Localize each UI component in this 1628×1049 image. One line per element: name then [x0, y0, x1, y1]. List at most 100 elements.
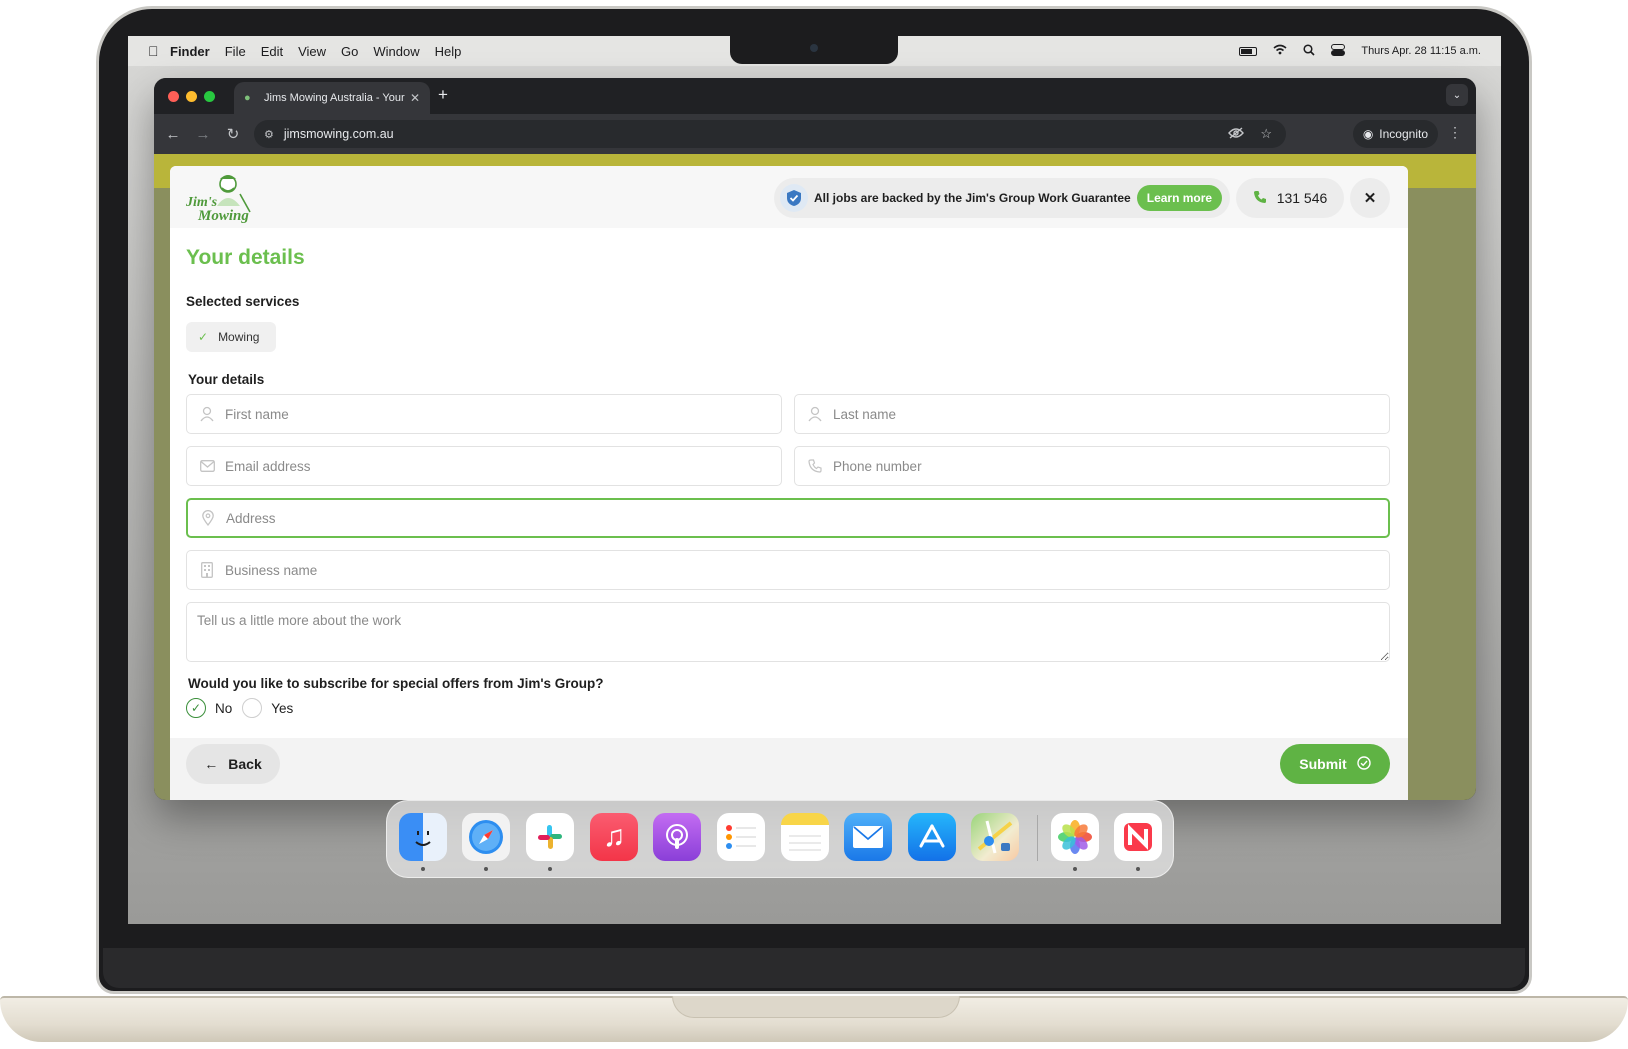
reload-icon[interactable]: ↻ — [218, 125, 248, 143]
chrome-browser-window: ● Jims Mowing Australia - Your ✕ + ⌄ ← →… — [154, 78, 1476, 800]
laptop-chin — [103, 948, 1525, 988]
submit-button-label: Submit — [1299, 756, 1347, 772]
jims-mowing-logo: Jim's Mowing — [184, 172, 256, 224]
bookmark-star-icon[interactable]: ☆ — [1260, 126, 1272, 142]
guarantee-text: All jobs are backed by the Jim's Group W… — [814, 191, 1131, 205]
work-details-textarea[interactable] — [186, 602, 1390, 662]
photos-icon[interactable] — [1051, 813, 1099, 861]
tab-title: Jims Mowing Australia - Your — [264, 92, 405, 104]
tab-strip: ● Jims Mowing Australia - Your ✕ + ⌄ — [154, 78, 1476, 114]
back-button-label: Back — [228, 756, 262, 772]
notes-icon[interactable] — [781, 813, 829, 861]
menu-view[interactable]: View — [298, 44, 326, 59]
tab-close-icon[interactable]: ✕ — [410, 91, 420, 105]
incognito-indicator[interactable]: ◉ Incognito — [1352, 120, 1438, 148]
location-pin-icon — [200, 510, 216, 526]
phone-number: 131 546 — [1276, 190, 1328, 206]
service-chip-label: Mowing — [218, 330, 260, 344]
close-window-button[interactable] — [168, 91, 179, 102]
selected-services-label: Selected services — [186, 294, 300, 309]
news-icon[interactable] — [1114, 813, 1162, 861]
learn-more-button[interactable]: Learn more — [1136, 185, 1223, 211]
laptop-base-groove — [672, 996, 960, 1018]
back-button[interactable]: ← Back — [186, 744, 280, 784]
reminders-icon[interactable] — [717, 813, 765, 861]
building-icon — [199, 562, 215, 578]
phone-call-button[interactable]: 131 546 — [1236, 178, 1344, 218]
booking-modal: Jim's Mowing All jobs are backed by the … — [170, 166, 1408, 800]
eye-off-icon[interactable] — [1228, 126, 1245, 142]
menu-window[interactable]: Window — [373, 44, 419, 59]
shield-check-icon — [780, 184, 808, 212]
photos-running-indicator — [1073, 867, 1077, 871]
podcasts-icon[interactable] — [653, 813, 701, 861]
email-input[interactable] — [225, 458, 749, 474]
finder-icon[interactable] — [399, 813, 447, 861]
subscribe-no-radio[interactable]: ✓ — [186, 698, 206, 718]
forward-arrow-icon[interactable]: → — [188, 126, 218, 143]
maps-icon[interactable] — [971, 813, 1019, 861]
wifi-icon[interactable] — [1273, 44, 1287, 58]
guarantee-banner: All jobs are backed by the Jim's Group W… — [774, 178, 1230, 218]
modal-header: Jim's Mowing All jobs are backed by the … — [170, 166, 1408, 228]
menu-file[interactable]: File — [225, 44, 246, 59]
first-name-field[interactable] — [186, 394, 782, 434]
menu-edit[interactable]: Edit — [261, 44, 283, 59]
page-title: Your details — [186, 246, 305, 269]
safari-icon[interactable] — [462, 813, 510, 861]
new-tab-icon[interactable]: + — [438, 85, 448, 105]
phone-field[interactable] — [794, 446, 1390, 486]
browser-menu-icon[interactable]: ⋮ — [1448, 124, 1462, 141]
phone-icon — [807, 458, 823, 474]
tab-favicon-icon: ● — [244, 92, 251, 104]
tab-search-chevron-icon[interactable]: ⌄ — [1446, 84, 1468, 106]
envelope-icon — [199, 458, 215, 474]
spotlight-search-icon[interactable] — [1303, 43, 1315, 59]
service-chip-mowing[interactable]: ✓ Mowing — [186, 322, 276, 352]
email-field[interactable] — [186, 446, 782, 486]
battery-icon[interactable] — [1239, 46, 1258, 56]
music-icon[interactable]: ♫ — [590, 813, 638, 861]
close-modal-button[interactable]: ✕ — [1350, 178, 1390, 218]
menu-app-name[interactable]: Finder — [170, 44, 210, 59]
user-icon — [199, 406, 215, 422]
close-icon: ✕ — [1363, 190, 1377, 207]
check-circle-icon — [1357, 755, 1371, 773]
page-viewport: Jim's Mowing All jobs are backed by the … — [154, 154, 1476, 800]
back-arrow-icon[interactable]: ← — [158, 126, 188, 143]
subscribe-question: Would you like to subscribe for special … — [188, 676, 604, 691]
minimize-window-button[interactable] — [186, 91, 197, 102]
business-name-field[interactable] — [186, 550, 1390, 590]
last-name-input[interactable] — [833, 406, 1357, 422]
submit-button[interactable]: Submit — [1280, 744, 1390, 784]
desktop-screen:  Finder File Edit View Go Window Help T… — [128, 36, 1501, 924]
subscribe-radio-group: ✓ No Yes — [186, 698, 303, 718]
menu-help[interactable]: Help — [435, 44, 462, 59]
app-store-icon[interactable] — [908, 813, 956, 861]
modal-footer: ← Back Submit — [170, 738, 1408, 800]
business-name-input[interactable] — [225, 562, 1296, 578]
address-input[interactable] — [226, 510, 1296, 526]
site-settings-icon[interactable]: ⚙ — [264, 128, 274, 141]
apple-menu-icon[interactable]:  — [148, 43, 170, 59]
browser-tab[interactable]: ● Jims Mowing Australia - Your ✕ — [234, 82, 430, 114]
subscribe-no-label[interactable]: No — [215, 701, 232, 716]
control-center-icon[interactable] — [1331, 43, 1346, 59]
subscribe-yes-radio[interactable] — [242, 698, 263, 718]
slack-icon[interactable] — [526, 813, 574, 861]
menu-go[interactable]: Go — [341, 44, 358, 59]
menubar-status-area: Thurs Apr. 28 11:15 a.m. — [1239, 36, 1481, 66]
camera-icon — [810, 44, 818, 52]
phone-input[interactable] — [833, 458, 1357, 474]
your-details-label: Your details — [188, 372, 265, 387]
subscribe-yes-label[interactable]: Yes — [271, 701, 293, 716]
address-field[interactable] — [186, 498, 1390, 538]
camera-notch — [730, 34, 898, 64]
zoom-window-button[interactable] — [204, 91, 215, 102]
last-name-field[interactable] — [794, 394, 1390, 434]
mail-icon[interactable] — [844, 813, 892, 861]
first-name-input[interactable] — [225, 406, 749, 422]
safari-running-indicator — [484, 867, 488, 871]
menubar-clock[interactable]: Thurs Apr. 28 11:15 a.m. — [1361, 45, 1481, 57]
address-bar[interactable]: ⚙ jimsmowing.com.au ☆ — [254, 120, 1286, 148]
